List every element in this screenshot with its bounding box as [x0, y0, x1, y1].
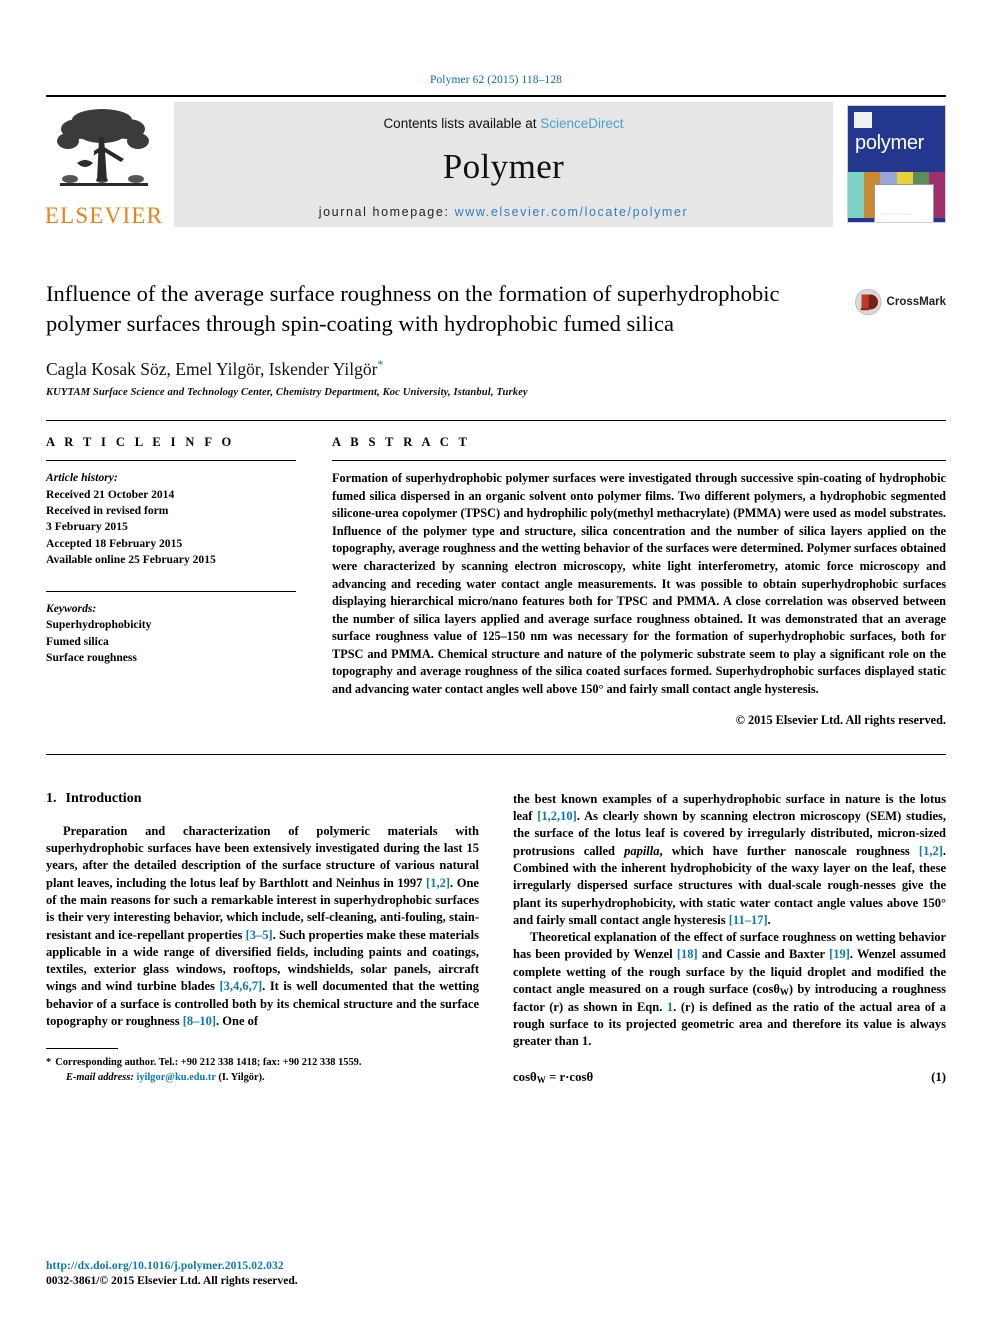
email-suffix: (I. Yilgör). [215, 1072, 265, 1084]
cover-journal-title: polymer [855, 132, 925, 154]
equation-lhs: cosθ [513, 1070, 537, 1085]
citation-link[interactable]: [1,2] [919, 844, 943, 858]
citation-link[interactable]: [3–5] [246, 928, 273, 942]
email-note: E-mail address: iyilgor@ku.edu.tr (I. Yi… [46, 1070, 479, 1085]
text-run: . One of [216, 1014, 259, 1029]
abstract-column: A B S T R A C T Formation of superhydrop… [332, 435, 946, 728]
abstract-rule [332, 460, 946, 462]
elsevier-logo: ELSEVIER [44, 97, 166, 235]
email-link[interactable]: iyilgor@ku.edu.tr [136, 1072, 215, 1083]
article-info-heading: A R T I C L E I N F O [46, 435, 235, 450]
keyword-item: Superhydrophobicity [46, 618, 152, 632]
contents-prefix: Contents lists available at [383, 116, 541, 131]
footnote-marker: * [46, 1057, 52, 1069]
history-item: Received 21 October 2014 [46, 487, 175, 501]
article-info-rule [46, 460, 296, 462]
running-head: Polymer 62 (2015) 118–128 [429, 74, 563, 86]
article-history-label: Article history: [46, 471, 118, 485]
section-title: Introduction [65, 790, 142, 806]
email-label: E-mail address: [66, 1072, 134, 1084]
elsevier-wordmark: ELSEVIER [44, 203, 164, 228]
page-footer: http://dx.doi.org/10.1016/j.polymer.2015… [46, 1259, 298, 1287]
keywords-label: Keywords: [46, 601, 97, 615]
abstract-text: Formation of superhydrophobic polymer su… [332, 471, 946, 697]
intro-paragraph-left: Preparation and characterization of poly… [46, 823, 479, 1031]
text-run: , which have further nanoscale roughness [659, 843, 919, 858]
contents-available-line: Contents lists available at ScienceDirec… [174, 116, 833, 131]
intro-paragraph-right-1: the best known examples of a superhydrop… [513, 791, 946, 930]
body-left-column: 1. Introduction Preparation and character… [46, 791, 479, 1086]
subscript: W [779, 987, 789, 998]
cover-elsevier-mark [854, 112, 872, 128]
affiliation: KUYTAM Surface Science and Technology Ce… [46, 387, 528, 399]
elsevier-tree-icon [57, 109, 149, 186]
text-run: . [767, 912, 771, 927]
history-item: Received in revised form [46, 504, 169, 518]
abstract-bottom-rule [46, 753, 946, 755]
equation-rhs: = r·cosθ [545, 1070, 594, 1085]
citation-link[interactable]: [8–10] [183, 1014, 216, 1028]
citation-link[interactable]: [18] [677, 947, 698, 961]
text-run: and Cassie and Baxter [697, 947, 830, 962]
keywords-rule [46, 590, 296, 592]
article-info-column: A R T I C L E I N F O Article history: R… [46, 435, 296, 728]
equation-formula: cosθW = r·cosθ [513, 1070, 931, 1085]
abstract-heading: A B S T R A C T [332, 435, 471, 450]
italic-term: papilla [624, 843, 660, 858]
journal-masthead: ELSEVIER Contents lists available at Sci… [44, 95, 946, 235]
text-run: Preparation and characterization of poly… [46, 823, 479, 890]
equation-subscript: W [536, 1075, 546, 1086]
history-item: Available online 25 February 2015 [46, 553, 216, 567]
keyword-item: Fumed silica [46, 634, 109, 648]
homepage-prefix: journal homepage: [318, 205, 455, 219]
keyword-item: Surface roughness [46, 651, 137, 665]
history-item: Accepted 18 February 2015 [46, 536, 183, 550]
citation-link[interactable]: [3,4,6,7] [219, 979, 262, 993]
crossmark-label: CrossMark [886, 296, 946, 308]
history-item: 3 February 2015 [46, 520, 128, 534]
section-number: 1. [46, 790, 57, 806]
equation-1: cosθW = r·cosθ (1) [513, 1070, 946, 1085]
section-heading-introduction: 1. Introduction [46, 791, 479, 807]
keywords-block: Keywords: Superhydrophobicity Fumed sili… [46, 590, 296, 667]
intro-paragraph-right-2: Theoretical explanation of the effect of… [513, 929, 946, 1050]
corresponding-author-marker[interactable]: * [377, 357, 383, 371]
cover-footer-text: Editor: Edward Kramer [880, 212, 913, 216]
footnote-text: Corresponding author. Tel.: +90 212 338 … [55, 1057, 362, 1069]
abstract-copyright: © 2015 Elsevier Ltd. All rights reserved… [735, 712, 946, 727]
issn-copyright: 0032-3861/© 2015 Elsevier Ltd. All right… [46, 1274, 298, 1287]
citation-link[interactable]: [1,2,10] [537, 809, 577, 823]
citation-link[interactable]: [1,2] [426, 876, 450, 890]
body-columns: 1. Introduction Preparation and character… [46, 791, 946, 1086]
body-right-column: the best known examples of a superhydrop… [513, 791, 946, 1086]
doi-link[interactable]: http://dx.doi.org/10.1016/j.polymer.2015… [46, 1259, 298, 1272]
corresponding-author-note: * Corresponding author. Tel.: +90 212 338… [46, 1055, 479, 1070]
journal-cover-thumbnail[interactable]: polymer Editor: Edward Kramer [841, 103, 946, 227]
crossmark-badge[interactable]: CrossMark [854, 281, 946, 323]
journal-homepage-line: journal homepage: www.elsevier.com/locat… [174, 205, 833, 219]
cover-inset-figure [874, 184, 934, 222]
footnote-area: * Corresponding author. Tel.: +90 212 338… [46, 1048, 479, 1085]
homepage-url-link[interactable]: www.elsevier.com/locate/polymer [455, 205, 689, 219]
paper-page: Polymer 62 (2015) 118–128 ELSEVIER Conte… [0, 0, 992, 1323]
journal-title: Polymer [442, 147, 565, 186]
author-names: Cagla Kosak Söz, Emel Yilgör, Iskender Y… [46, 359, 378, 380]
footnote-rule [46, 1048, 118, 1050]
equation-number: (1) [931, 1070, 946, 1085]
citation-link[interactable]: [19] [829, 947, 850, 961]
info-abstract-grid: A R T I C L E I N F O Article history: R… [46, 421, 946, 728]
crossmark-icon [855, 288, 882, 316]
journal-banner: Contents lists available at ScienceDirec… [174, 102, 833, 227]
citation-link[interactable]: [11–17] [729, 913, 768, 927]
author-list: Cagla Kosak Söz, Emel Yilgör, Iskender Y… [46, 357, 946, 380]
title-block: CrossMark Influence of the average surfa… [46, 279, 946, 398]
sciencedirect-link[interactable]: ScienceDirect [540, 116, 623, 131]
page-title: Influence of the average surface roughne… [46, 281, 780, 337]
